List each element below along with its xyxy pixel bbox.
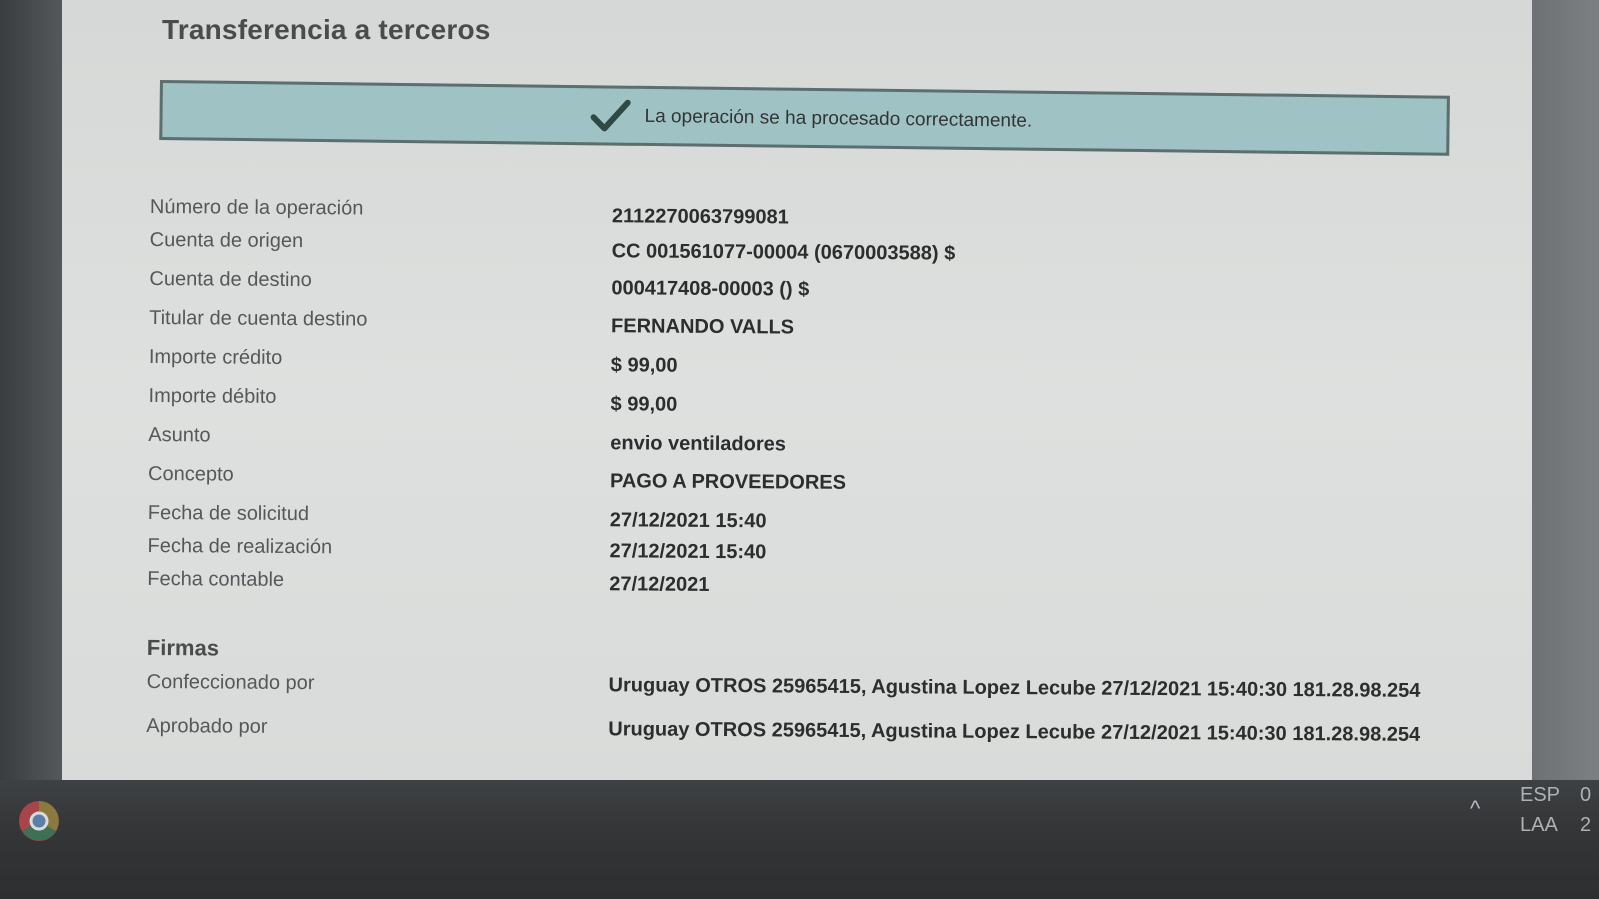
taskbar bbox=[0, 780, 1599, 899]
detail-value: PAGO A PROVEEDORES bbox=[609, 470, 847, 494]
detail-label: Concepto bbox=[147, 462, 234, 486]
check-icon bbox=[590, 99, 631, 132]
signature-label: Confeccionado por bbox=[146, 670, 315, 695]
page-title: Transferencia a terceros bbox=[162, 14, 491, 45]
chrome-icon[interactable] bbox=[16, 798, 62, 844]
signature-row-approved-by: Aprobado por Uruguay OTROS 25965415, Agu… bbox=[146, 715, 1466, 768]
detail-value: FERNANDO VALLS bbox=[611, 315, 795, 339]
detail-value: 2112270063799081 bbox=[611, 205, 789, 229]
detail-value: $ 99,00 bbox=[610, 393, 678, 416]
detail-label: Fecha contable bbox=[147, 567, 285, 591]
detail-label: Importe crédito bbox=[148, 345, 283, 369]
language-code: ESP bbox=[1520, 784, 1561, 806]
operation-details: Número de la operación 2112270063799081 … bbox=[146, 196, 1470, 768]
monitor-bezel-left bbox=[0, 0, 62, 780]
tray-overflow-chevron-icon[interactable]: ^ bbox=[1470, 796, 1480, 822]
language-indicator[interactable]: ESP LAA bbox=[1520, 780, 1560, 840]
detail-value: envio ventiladores bbox=[610, 432, 786, 456]
detail-label: Cuenta de destino bbox=[149, 267, 312, 292]
detail-value: CC 001561077-00004 (0670003588) $ bbox=[611, 240, 956, 265]
signature-label: Aprobado por bbox=[146, 714, 268, 738]
detail-label: Cuenta de origen bbox=[149, 228, 304, 253]
signature-value: Uruguay OTROS 25965415, Agustina Lopez L… bbox=[608, 718, 1421, 746]
detail-label: Importe débito bbox=[148, 384, 277, 408]
keyboard-layout: LAA bbox=[1520, 814, 1558, 836]
detail-value: $ 99,00 bbox=[610, 354, 678, 377]
transfer-receipt-page: Transferencia a terceros La operación se… bbox=[62, 0, 1532, 780]
detail-label: Número de la operación bbox=[149, 196, 364, 220]
taskbar-clock[interactable]: 0 2 bbox=[1580, 780, 1591, 840]
clock-time: 0 bbox=[1580, 784, 1592, 806]
detail-value: 27/12/2021 bbox=[609, 573, 710, 596]
detail-value: 27/12/2021 15:40 bbox=[609, 509, 767, 533]
success-banner: La operación se ha procesado correctamen… bbox=[159, 80, 1450, 156]
detail-value: 27/12/2021 15:40 bbox=[609, 540, 767, 564]
success-message: La operación se ha procesado correctamen… bbox=[644, 105, 1033, 132]
detail-value: 000417408-00003 () $ bbox=[611, 277, 810, 301]
detail-label: Fecha de realización bbox=[147, 534, 333, 559]
detail-label: Fecha de solicitud bbox=[147, 501, 310, 526]
signature-value: Uruguay OTROS 25965415, Agustina Lopez L… bbox=[608, 674, 1421, 702]
detail-label: Titular de cuenta destino bbox=[149, 306, 368, 331]
monitor-bezel-right bbox=[1532, 0, 1599, 780]
clock-date: 2 bbox=[1580, 814, 1592, 836]
detail-label: Asunto bbox=[148, 423, 211, 447]
